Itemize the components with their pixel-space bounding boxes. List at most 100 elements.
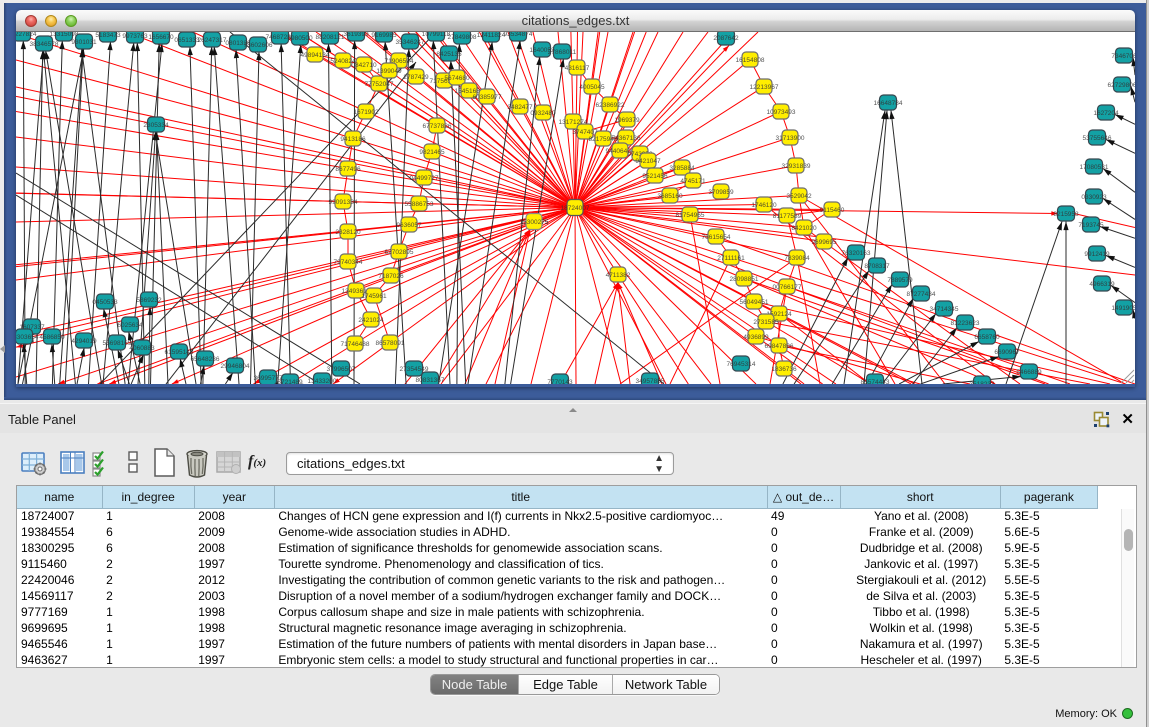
svg-text:10799118: 10799118 — [422, 32, 451, 38]
svg-text:62702895: 62702895 — [385, 249, 414, 256]
svg-text:5183473: 5183473 — [95, 32, 121, 39]
svg-text:9521456: 9521456 — [642, 173, 668, 180]
svg-text:8677496: 8677496 — [335, 166, 361, 173]
svg-text:9115460: 9115460 — [820, 207, 845, 214]
svg-text:9699695: 9699695 — [811, 239, 837, 246]
svg-text:60385977: 60385977 — [473, 94, 502, 101]
svg-text:7839084: 7839084 — [784, 255, 810, 262]
svg-text:29946804: 29946804 — [221, 363, 250, 370]
svg-text:74367136: 74367136 — [612, 135, 641, 142]
svg-text:77752047: 77752047 — [365, 81, 394, 88]
svg-text:85574443: 85574443 — [861, 379, 890, 384]
svg-text:9421047: 9421047 — [635, 158, 661, 165]
svg-text:6658760: 6658760 — [974, 334, 1000, 341]
svg-text:3747407: 3747407 — [572, 129, 598, 136]
svg-text:4316117: 4316117 — [565, 65, 590, 72]
svg-text:13433200: 13433200 — [308, 378, 337, 384]
svg-text:9912419: 9912419 — [1084, 251, 1110, 258]
svg-text:12213967: 12213967 — [750, 84, 779, 91]
svg-text:3285884: 3285884 — [669, 165, 695, 172]
svg-text:27868011: 27868011 — [548, 49, 577, 56]
svg-text:1745961: 1745961 — [361, 293, 387, 300]
svg-text:3709859: 3709859 — [708, 189, 734, 196]
svg-text:8215958: 8215958 — [1053, 211, 1079, 218]
svg-text:7193745: 7193745 — [1078, 222, 1104, 229]
svg-text:2421024: 2421024 — [358, 317, 384, 324]
svg-text:81754965: 81754965 — [676, 212, 705, 219]
svg-text:8425135: 8425135 — [436, 51, 462, 58]
svg-text:8708317: 8708317 — [864, 263, 890, 270]
svg-text:6690967: 6690967 — [994, 349, 1020, 356]
svg-text:4060883: 4060883 — [129, 345, 155, 352]
svg-text:3685160: 3685160 — [657, 193, 683, 200]
svg-text:76320163: 76320163 — [842, 250, 871, 257]
svg-text:2731585: 2731585 — [753, 319, 779, 326]
svg-text:5674680: 5674680 — [444, 75, 470, 82]
svg-text:4586850: 4586850 — [39, 334, 65, 341]
svg-text:5869232: 5869232 — [136, 297, 162, 304]
svg-text:1491905: 1491905 — [1111, 305, 1135, 312]
svg-text:16648784: 16648784 — [874, 100, 903, 107]
svg-text:1627204: 1627204 — [1093, 110, 1119, 117]
svg-text:9301031: 9301031 — [71, 39, 97, 46]
svg-text:27111161: 27111161 — [717, 255, 745, 262]
svg-text:55886753: 55886753 — [405, 201, 434, 208]
svg-text:1836736: 1836736 — [771, 366, 797, 373]
svg-text:12411824: 12411824 — [477, 32, 506, 39]
svg-text:37996507: 37996507 — [327, 366, 356, 373]
svg-text:9636057: 9636057 — [396, 222, 422, 229]
svg-text:0980500: 0980500 — [287, 35, 313, 42]
svg-text:2087642: 2087642 — [713, 35, 739, 42]
svg-text:04499727: 04499727 — [410, 175, 439, 182]
svg-text:27849808: 27849808 — [448, 34, 477, 41]
svg-text:5466889: 5466889 — [1016, 369, 1042, 376]
svg-text:99091334: 99091334 — [329, 199, 358, 206]
svg-text:86578091: 86578091 — [376, 340, 405, 347]
svg-text:80831367: 80831367 — [416, 377, 445, 384]
svg-text:16154808: 16154808 — [736, 57, 765, 64]
svg-text:28098851: 28098851 — [730, 276, 759, 283]
svg-text:26247317: 26247317 — [198, 37, 227, 44]
svg-text:69847896: 69847896 — [765, 343, 794, 350]
svg-text:8421020: 8421020 — [791, 225, 817, 232]
svg-text:0330923: 0330923 — [1081, 194, 1107, 201]
svg-text:32931839: 32931839 — [782, 163, 811, 170]
svg-text:38346578: 38346578 — [30, 41, 59, 48]
svg-text:3619399: 3619399 — [343, 32, 369, 38]
svg-text:43303654: 43303654 — [16, 334, 39, 341]
svg-text:9413186: 9413186 — [340, 136, 366, 143]
svg-text:00766177: 00766177 — [773, 284, 802, 291]
svg-text:4005045: 4005045 — [579, 84, 605, 91]
svg-text:18227824: 18227824 — [16, 32, 37, 38]
svg-text:0450533: 0450533 — [92, 299, 118, 306]
svg-text:2787429: 2787429 — [403, 74, 429, 81]
svg-text:62386922: 62386922 — [596, 102, 625, 109]
svg-text:7889579: 7889579 — [887, 277, 913, 284]
svg-text:1671902: 1671902 — [353, 109, 379, 116]
svg-text:61595148: 61595148 — [165, 349, 194, 356]
svg-text:7187026: 7187026 — [378, 273, 404, 280]
svg-text:1399049: 1399049 — [376, 68, 402, 75]
svg-text:81223623: 81223623 — [951, 320, 980, 327]
svg-text:0842710: 0842710 — [351, 62, 377, 69]
svg-text:4745171: 4745171 — [680, 178, 706, 185]
svg-text:1969379: 1969379 — [614, 117, 640, 124]
svg-text:3482477: 3482477 — [507, 104, 533, 111]
svg-text:4294019: 4294019 — [71, 338, 97, 345]
svg-text:35346247: 35346247 — [396, 39, 425, 46]
svg-text:49894134: 49894134 — [301, 52, 330, 59]
svg-text:13315098: 13315098 — [50, 32, 79, 38]
svg-text:76615654: 76615654 — [702, 234, 731, 241]
svg-text:17080531: 17080531 — [1080, 164, 1109, 171]
svg-text:0651333: 0651333 — [174, 37, 200, 44]
svg-text:56049451: 56049451 — [740, 299, 769, 306]
svg-text:1656670: 1656670 — [148, 34, 174, 41]
svg-text:0932480: 0932480 — [530, 110, 556, 117]
svg-text:79740344: 79740344 — [334, 259, 363, 266]
svg-text:8721489: 8721489 — [277, 379, 303, 384]
svg-text:62729806: 62729806 — [1108, 82, 1135, 89]
svg-text:53755646: 53755646 — [1083, 135, 1112, 142]
svg-text:81177589: 81177589 — [773, 213, 802, 220]
svg-text:7770143: 7770143 — [547, 379, 573, 384]
svg-text:9821465: 9821465 — [419, 149, 445, 156]
